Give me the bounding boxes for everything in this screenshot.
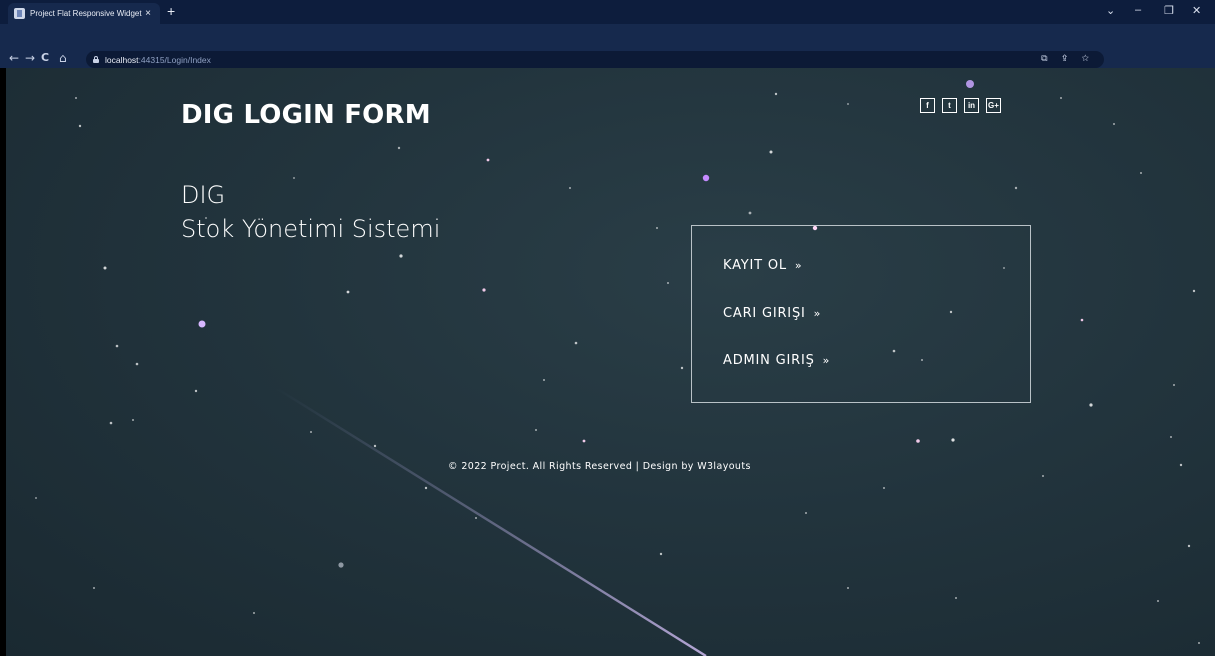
register-link[interactable]: KAYIT OL » [723,258,802,273]
customer-login-label: CARI GIRIŞI [723,306,806,321]
chevron-double-right-icon: » [813,307,822,320]
chevron-double-right-icon: » [822,354,831,367]
login-options-box: KAYIT OL » CARI GIRIŞI » ADMIN GIRIŞ » [691,225,1031,403]
admin-login-link[interactable]: ADMIN GIRIŞ » [723,353,830,368]
tab-strip: Project Flat Responsive Widget T × + ⌄ –… [0,0,1215,24]
new-tab-button[interactable]: + [167,4,175,18]
footer-copyright: © 2022 Project. All Rights Reserved | De… [448,461,751,472]
restore-button[interactable]: ❐ [1164,4,1174,17]
url-host: localhost [105,54,139,65]
browser-chrome: Project Flat Responsive Widget T × + ⌄ –… [0,0,1215,68]
reload-icon[interactable]: C [41,51,49,65]
meteor-trail [275,386,707,656]
social-links: f t in G+ [920,98,1001,113]
url-path: :44315/Login/Index [138,54,211,65]
omnibox-action-icons[interactable]: ⧉ ⇪ ☆ [1041,53,1095,64]
tab-close-icon[interactable]: × [142,8,154,19]
page-title: DIG LOGIN FORM [181,100,431,130]
admin-login-label: ADMIN GIRIŞ [723,353,815,368]
twitter-icon[interactable]: t [942,98,957,113]
tab-title: Project Flat Responsive Widget T [30,9,142,18]
customer-login-link[interactable]: CARI GIRIŞI » [723,306,821,321]
page-favicon-icon [14,8,25,19]
google-plus-icon[interactable]: G+ [986,98,1001,113]
subtitle-line-1: DIG [181,181,226,209]
browser-toolbar: ← → C ⌂ localhost :44315/Login/Index ⧉ ⇪… [0,24,1215,68]
login-page: DIG LOGIN FORM DIG Stok Yönetimi Sistemi… [6,68,1215,656]
close-window-button[interactable]: ✕ [1192,4,1201,17]
address-bar[interactable]: localhost :44315/Login/Index ⧉ ⇪ ☆ [86,51,1104,68]
back-icon[interactable]: ← [9,51,19,65]
lock-icon[interactable] [93,56,99,63]
system-subtitle: DIG Stok Yönetimi Sistemi [181,178,440,246]
subtitle-line-2: Stok Yönetimi Sistemi [181,215,441,243]
browser-tab[interactable]: Project Flat Responsive Widget T × [8,3,160,24]
facebook-icon[interactable]: f [920,98,935,113]
starfield-background [35,80,1200,656]
home-icon[interactable]: ⌂ [59,51,67,65]
forward-icon[interactable]: → [25,51,35,65]
chevron-double-right-icon: » [794,259,803,272]
tab-search-icon[interactable]: ⌄ [1106,4,1115,17]
register-link-label: KAYIT OL [723,258,787,273]
minimize-button[interactable]: – [1135,4,1141,16]
linkedin-icon[interactable]: in [964,98,979,113]
